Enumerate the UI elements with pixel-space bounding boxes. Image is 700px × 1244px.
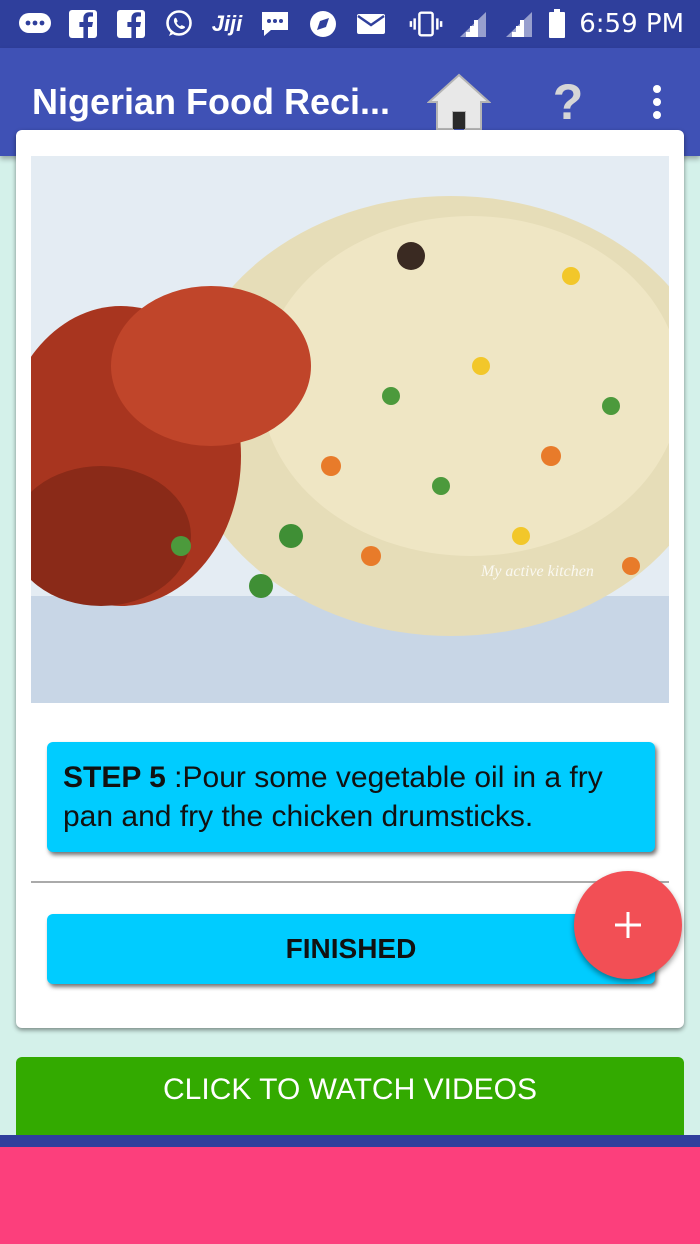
- whatsapp-icon: [162, 9, 196, 39]
- finished-button[interactable]: FINISHED: [47, 914, 655, 984]
- chat-icon: [258, 9, 292, 39]
- signal-icon: [501, 9, 535, 39]
- jiji-icon: Jiji: [210, 9, 244, 39]
- facebook-icon: [114, 9, 148, 39]
- image-watermark: My active kitchen: [480, 563, 594, 580]
- messages-icon: [18, 9, 52, 39]
- help-button[interactable]: ?: [538, 70, 598, 134]
- add-fab-button[interactable]: [574, 871, 682, 979]
- recipe-image: My active kitchen: [31, 156, 669, 703]
- home-button[interactable]: [426, 70, 492, 134]
- ad-banner[interactable]: [0, 1147, 700, 1244]
- plus-icon: [615, 912, 641, 938]
- clock: 6:59 PM: [579, 9, 684, 39]
- signal-icon: [455, 9, 489, 39]
- notification-icons: Jiji: [0, 9, 388, 39]
- watch-videos-button[interactable]: CLICK TO WATCH VIDEOS: [16, 1057, 684, 1137]
- divider: [31, 881, 669, 883]
- facebook-icon: [66, 9, 100, 39]
- email-icon: [354, 9, 388, 39]
- system-status: 6:59 PM: [409, 9, 700, 39]
- bottom-divider: [0, 1135, 700, 1147]
- help-icon: ?: [552, 74, 584, 130]
- vibrate-icon: [409, 9, 443, 39]
- status-bar: Jiji 6:59 PM: [0, 0, 700, 48]
- page-title: Nigerian Food Reci...: [32, 81, 391, 122]
- jiji-label: Jiji: [211, 11, 243, 36]
- step-instruction: STEP 5 :Pour some vegetable oil in a fry…: [47, 742, 655, 852]
- overflow-menu-button[interactable]: [632, 70, 682, 134]
- battery-icon: [547, 9, 567, 39]
- step-label: STEP 5: [63, 761, 166, 794]
- browser-icon: [306, 9, 340, 39]
- home-icon: [427, 73, 491, 130]
- more-vert-icon: [653, 85, 661, 119]
